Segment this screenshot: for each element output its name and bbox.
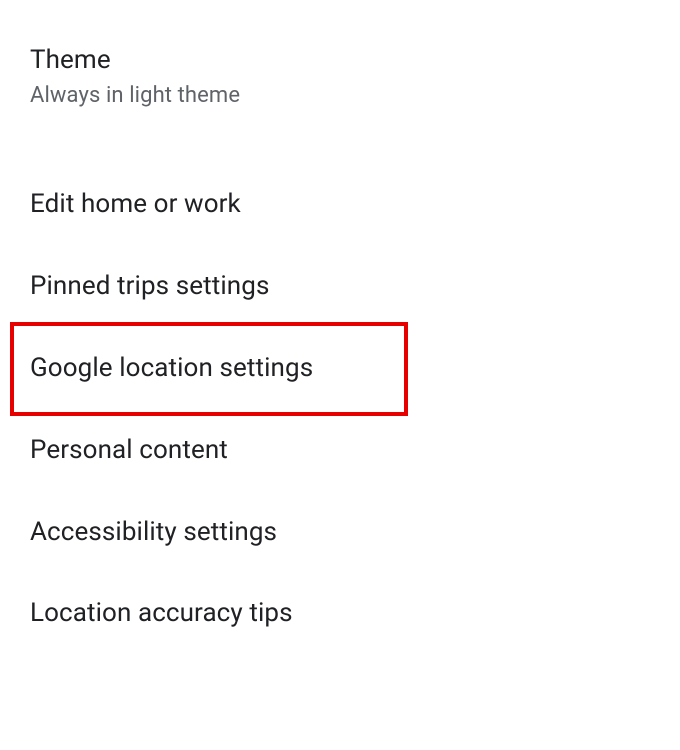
settings-item-title: Location accuracy tips [30,597,650,631]
settings-item-subtitle: Always in light theme [30,82,650,111]
settings-item-title: Pinned trips settings [30,270,650,304]
highlighted-item-wrapper: Google location settings [0,328,680,410]
settings-item-accessibility[interactable]: Accessibility settings [0,492,680,574]
settings-item-google-location[interactable]: Google location settings [0,328,680,410]
settings-item-theme[interactable]: Theme Always in light theme [0,24,680,144]
spacer [0,144,680,164]
settings-item-location-accuracy[interactable]: Location accuracy tips [0,573,680,655]
settings-list: Theme Always in light theme Edit home or… [0,0,680,655]
settings-item-pinned-trips[interactable]: Pinned trips settings [0,246,680,328]
settings-item-title: Theme [30,44,650,78]
settings-item-title: Personal content [30,434,650,468]
settings-item-title: Accessibility settings [30,516,650,550]
settings-item-edit-home-work[interactable]: Edit home or work [0,164,680,246]
settings-item-title: Google location settings [30,352,650,386]
settings-item-title: Edit home or work [30,188,650,222]
settings-item-personal-content[interactable]: Personal content [0,410,680,492]
